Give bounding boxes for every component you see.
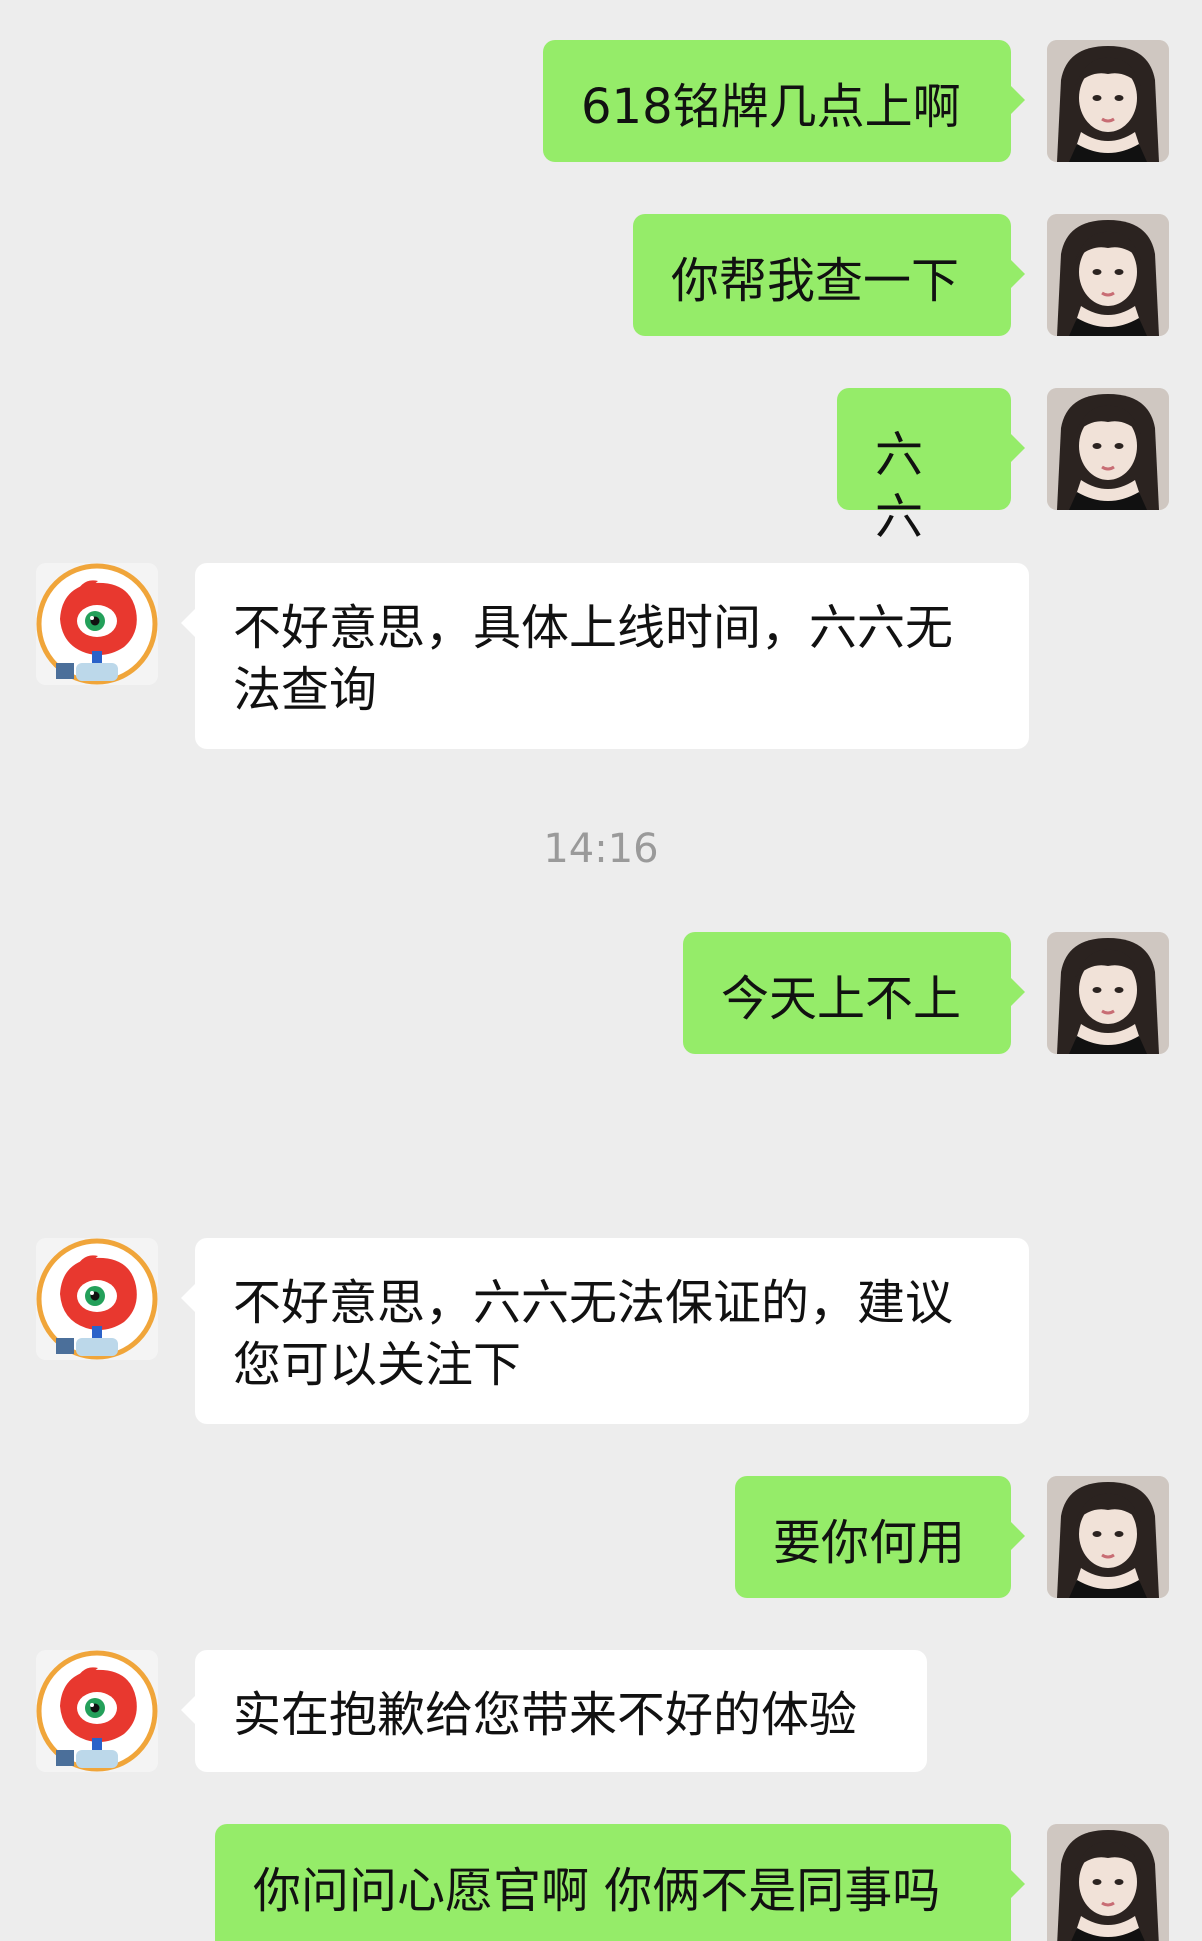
message-text: 你问问心愿官啊 你俩不是同事吗 bbox=[253, 1863, 941, 1919]
message-bubble[interactable]: 六六 bbox=[837, 388, 1025, 545]
user-avatar-photo bbox=[1047, 40, 1169, 162]
weibo-eye-mascot-icon bbox=[36, 1650, 158, 1772]
user-avatar-photo bbox=[1047, 1824, 1169, 1941]
message-bubble[interactable]: 要你何用 bbox=[735, 1476, 1025, 1598]
user-avatar-photo bbox=[1047, 388, 1169, 510]
message-text: 618铭牌几点上啊 bbox=[581, 79, 961, 135]
weibo-eye-mascot-icon bbox=[36, 563, 158, 685]
message-text: 不好意思，具体上线时间，六六无法查询 bbox=[233, 600, 954, 718]
chat-window: 618铭牌几点上啊 你帮我查一下 六六 不好意思，具体上线时间，六六无法查询 1 bbox=[0, 0, 1202, 1941]
user-avatar[interactable] bbox=[1047, 214, 1169, 336]
message-bubble[interactable]: 618铭牌几点上啊 bbox=[543, 40, 1025, 162]
bot-avatar[interactable] bbox=[36, 1650, 158, 1772]
message-bubble[interactable]: 实在抱歉给您带来不好的体验 bbox=[181, 1650, 927, 1772]
user-avatar[interactable] bbox=[1047, 388, 1169, 510]
message-text: 要你何用 bbox=[773, 1515, 966, 1571]
message-text: 六六 bbox=[875, 427, 924, 545]
message-text: 你帮我查一下 bbox=[671, 253, 960, 309]
message-bubble[interactable]: 不好意思，六六无法保证的，建议您可以关注下 bbox=[181, 1238, 1029, 1424]
user-avatar-photo bbox=[1047, 214, 1169, 336]
message-bubble[interactable]: 今天上不上 bbox=[683, 932, 1025, 1054]
message-bubble[interactable]: 你帮我查一下 bbox=[633, 214, 1025, 336]
user-avatar[interactable] bbox=[1047, 932, 1169, 1054]
message-text: 不好意思，六六无法保证的，建议您可以关注下 bbox=[233, 1275, 954, 1393]
message-text: 实在抱歉给您带来不好的体验 bbox=[233, 1687, 858, 1743]
user-avatar[interactable] bbox=[1047, 1824, 1169, 1941]
weibo-eye-mascot-icon bbox=[36, 1238, 158, 1360]
message-bubble[interactable]: 不好意思，具体上线时间，六六无法查询 bbox=[181, 563, 1029, 749]
message-bubble[interactable]: 你问问心愿官啊 你俩不是同事吗 bbox=[215, 1824, 1025, 1941]
bot-avatar[interactable] bbox=[36, 563, 158, 685]
timestamp: 14:16 bbox=[543, 826, 659, 872]
user-avatar[interactable] bbox=[1047, 40, 1169, 162]
message-text: 今天上不上 bbox=[721, 971, 962, 1027]
user-avatar-photo bbox=[1047, 1476, 1169, 1598]
user-avatar[interactable] bbox=[1047, 1476, 1169, 1598]
user-avatar-photo bbox=[1047, 932, 1169, 1054]
bot-avatar[interactable] bbox=[36, 1238, 158, 1360]
